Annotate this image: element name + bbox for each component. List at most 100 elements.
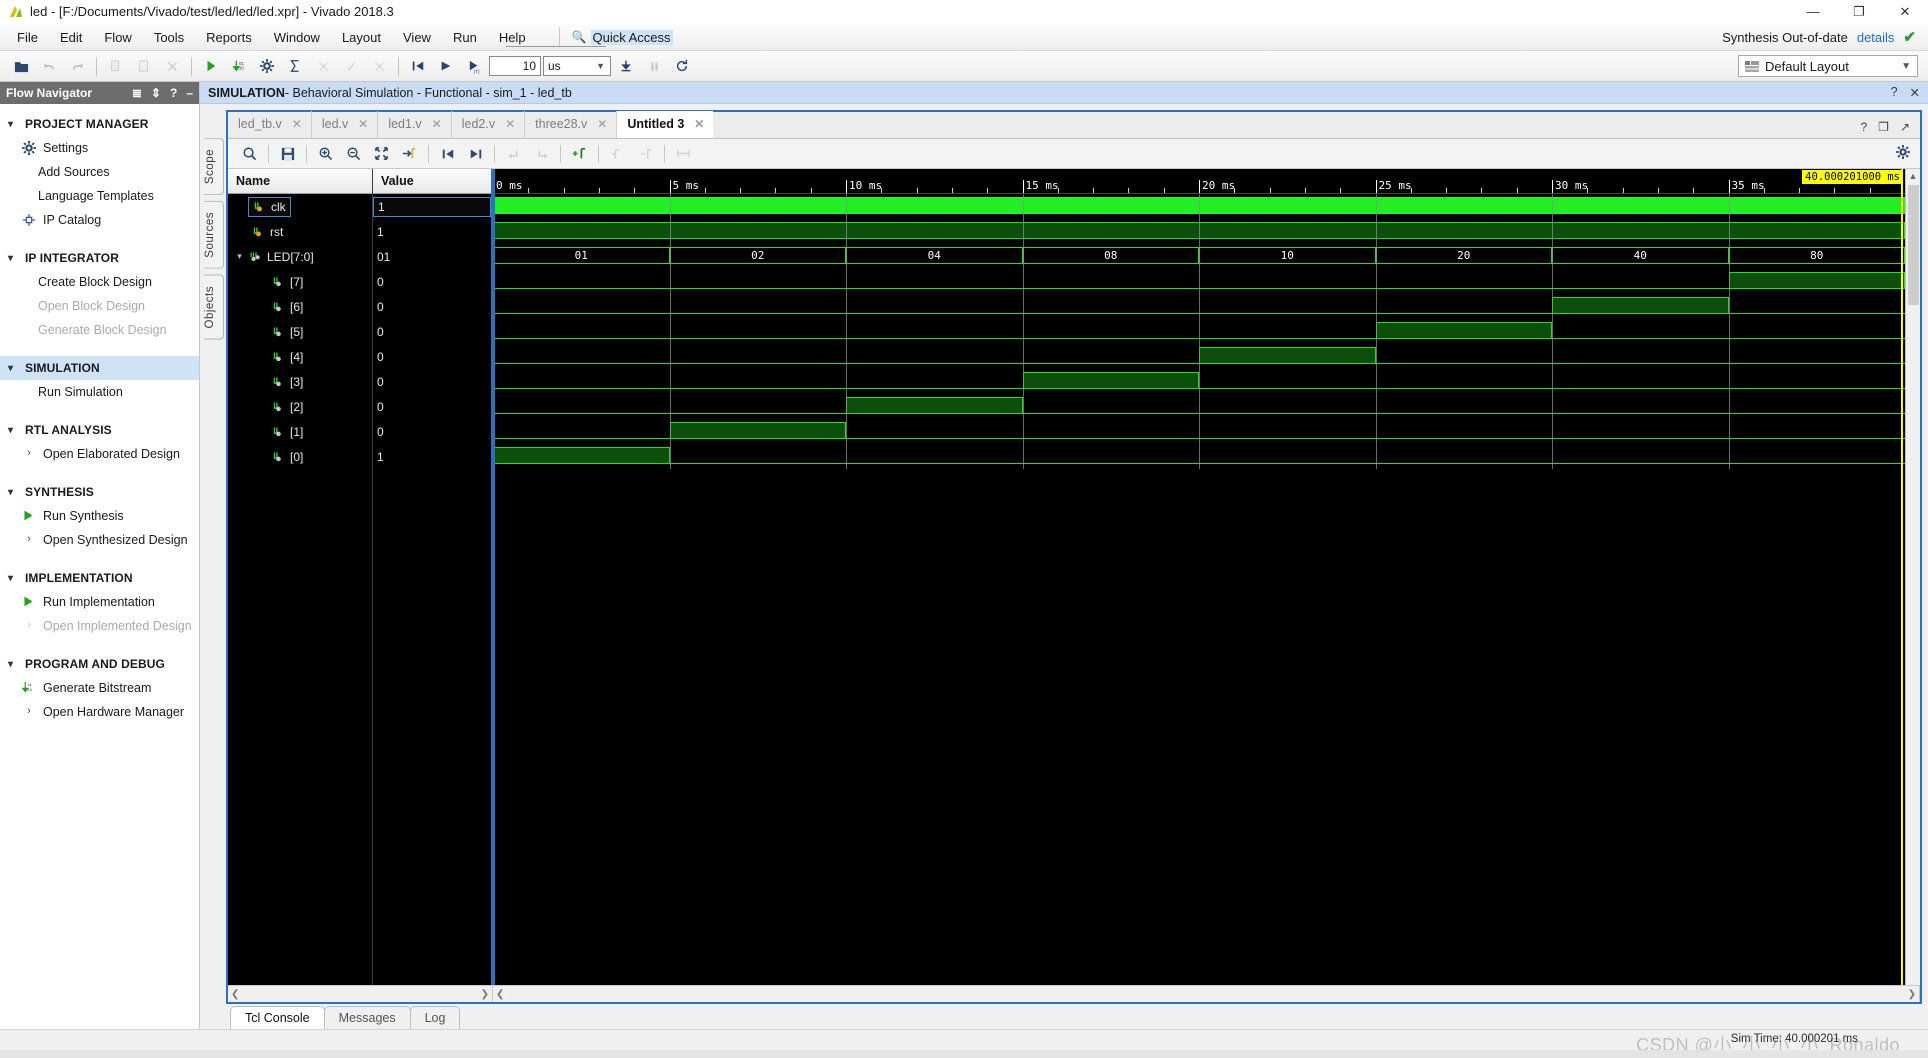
maximize-button[interactable]: ❐	[1836, 0, 1882, 24]
start-marker[interactable]	[493, 169, 495, 985]
layout-selector[interactable]: Default Layout ▼	[1738, 55, 1918, 77]
synthesis-details-link[interactable]: details	[1857, 30, 1895, 45]
restore-window-icon[interactable]: ❐	[1878, 120, 1889, 134]
quick-access-input[interactable]: Quick Access	[591, 30, 673, 45]
value-row-rst[interactable]: 1	[373, 219, 491, 244]
vtab-scope[interactable]: Scope	[204, 138, 224, 195]
signal-row-led-bit-4[interactable]: [4]	[228, 344, 372, 369]
value-row-led-bit-0[interactable]: 1	[373, 444, 491, 469]
signal-name-cell[interactable]: [0]	[268, 448, 307, 466]
tab-led-v[interactable]: led.v ✕	[312, 111, 378, 138]
menu-run[interactable]: Run	[442, 27, 488, 48]
save-waveform-icon[interactable]	[274, 142, 301, 166]
signal-row-led-bit-2[interactable]: [2]	[228, 394, 372, 419]
fn-item-open-implemented-design[interactable]: › Open Implemented Design	[0, 614, 199, 638]
relaunch-simulation-icon[interactable]	[669, 54, 695, 78]
close-icon[interactable]: ✕	[432, 117, 442, 131]
fn-section-ip-integrator[interactable]: ▾ IP INTEGRATOR	[0, 246, 199, 270]
close-icon[interactable]: ✕	[505, 117, 515, 131]
signal-name-cell[interactable]: rst	[248, 223, 287, 241]
restart-simulation-icon[interactable]	[405, 54, 431, 78]
tab-led2-v[interactable]: led2.v ✕	[452, 111, 525, 138]
fn-item-create-block-design[interactable]: Create Block Design	[0, 270, 199, 294]
scroll-track[interactable]	[241, 989, 478, 1000]
waveform-settings-button[interactable]	[1896, 145, 1920, 162]
close-icon[interactable]: ✕	[694, 117, 704, 131]
signal-row-led-bus[interactable]: ▾ LED[7:0]	[228, 244, 372, 269]
help-icon[interactable]: ?	[1860, 120, 1867, 134]
tab-untitled-3[interactable]: Untitled 3 ✕	[617, 111, 713, 138]
fn-item-run-synthesis[interactable]: Run Synthesis	[0, 504, 199, 528]
fn-item-open-block-design[interactable]: Open Block Design	[0, 294, 199, 318]
signal-row-clk[interactable]: clk	[228, 194, 372, 219]
fn-item-generate-block-design[interactable]: Generate Block Design	[0, 318, 199, 342]
scroll-left-icon[interactable]: ❮	[496, 989, 504, 1000]
menu-tools[interactable]: Tools	[143, 27, 195, 48]
value-row-led-bit-7[interactable]: 0	[373, 269, 491, 294]
pause-simulation-icon[interactable]	[641, 54, 667, 78]
fn-section-synthesis[interactable]: ▾ SYNTHESIS	[0, 480, 199, 504]
menu-layout[interactable]: Layout	[331, 27, 392, 48]
help-icon[interactable]: ?	[1891, 85, 1898, 100]
time-cursor[interactable]	[1901, 169, 1903, 985]
value-row-led-bit-6[interactable]: 0	[373, 294, 491, 319]
fn-item-open-hardware-manager[interactable]: › Open Hardware Manager	[0, 700, 199, 724]
signal-name-cell[interactable]: [6]	[268, 298, 307, 316]
fn-section-rtl-analysis[interactable]: ▾ RTL ANALYSIS	[0, 418, 199, 442]
generate-bitstream-icon[interactable]: 0110	[226, 54, 252, 78]
value-row-led-bit-5[interactable]: 0	[373, 319, 491, 344]
previous-transition-icon[interactable]	[434, 142, 461, 166]
undo-icon[interactable]	[36, 54, 62, 78]
menu-flow[interactable]: Flow	[93, 27, 142, 48]
menu-reports[interactable]: Reports	[195, 27, 263, 48]
tab-messages[interactable]: Messages	[324, 1006, 411, 1029]
menu-edit[interactable]: Edit	[49, 27, 93, 48]
waveform-canvas[interactable]: 40.000201000 ms 0 ms5 ms10 ms15 ms20 ms2…	[493, 169, 1905, 985]
zoom-out-icon[interactable]	[340, 142, 367, 166]
fn-item-run-implementation[interactable]: Run Implementation	[0, 590, 199, 614]
vtab-sources[interactable]: Sources	[204, 201, 224, 269]
signal-row-led-bit-3[interactable]: [3]	[228, 369, 372, 394]
tab-three28-v[interactable]: three28.v ✕	[525, 111, 617, 138]
signal-row-led-bit-5[interactable]: [5]	[228, 319, 372, 344]
scroll-left-icon[interactable]: ❮	[231, 989, 239, 1000]
sum-icon[interactable]	[282, 54, 308, 78]
close-icon[interactable]: ✕	[1910, 85, 1920, 100]
value-row-led-bit-3[interactable]: 0	[373, 369, 491, 394]
float-window-icon[interactable]: ↗	[1900, 120, 1910, 134]
step-simulation-icon[interactable]	[613, 54, 639, 78]
tab-tcl-console[interactable]: Tcl Console	[230, 1006, 325, 1029]
next-transition-icon[interactable]	[462, 142, 489, 166]
value-row-led-bit-2[interactable]: 0	[373, 394, 491, 419]
settings-icon[interactable]	[254, 54, 280, 78]
scroll-track[interactable]	[506, 989, 1905, 1000]
signal-name-cell[interactable]: clk	[248, 197, 291, 217]
value-row-led-bus[interactable]: 01	[373, 244, 491, 269]
measure-icon[interactable]	[670, 142, 697, 166]
tab-led_tb-v[interactable]: led_tb.v ✕	[228, 111, 312, 138]
signal-name-cell[interactable]: [1]	[268, 423, 307, 441]
minimize-button[interactable]: —	[1790, 0, 1836, 24]
menu-help[interactable]: Help	[488, 27, 537, 48]
report-a-icon[interactable]	[310, 54, 336, 78]
expand-icon[interactable]: ⇕	[151, 86, 161, 100]
signal-row-led-bit-0[interactable]: [0]	[228, 444, 372, 469]
fn-section-simulation[interactable]: ▾ SIMULATION	[0, 356, 199, 380]
chevron-down-icon[interactable]: ▾	[234, 251, 245, 262]
signal-row-led-bit-1[interactable]: [1]	[228, 419, 372, 444]
signal-row-led-bit-7[interactable]: [7]	[228, 269, 372, 294]
run-for-time-icon[interactable]: (T)	[461, 54, 487, 78]
report-b-icon[interactable]	[338, 54, 364, 78]
fn-item-open-elaborated-design[interactable]: › Open Elaborated Design	[0, 442, 199, 466]
tab-log[interactable]: Log	[410, 1006, 461, 1029]
prev-marker-icon[interactable]	[500, 142, 527, 166]
fn-item-ip-catalog[interactable]: IP Catalog	[0, 208, 199, 232]
close-icon[interactable]: ✕	[292, 117, 302, 131]
scroll-right-icon[interactable]: ❯	[481, 989, 489, 1000]
fn-item-run-simulation[interactable]: Run Simulation	[0, 380, 199, 404]
fn-item-open-synthesized-design[interactable]: › Open Synthesized Design	[0, 528, 199, 552]
fn-item-settings[interactable]: Settings	[0, 136, 199, 160]
delete-icon[interactable]	[159, 54, 185, 78]
value-row-clk[interactable]: 1	[373, 194, 491, 219]
fn-item-add-sources[interactable]: Add Sources	[0, 160, 199, 184]
